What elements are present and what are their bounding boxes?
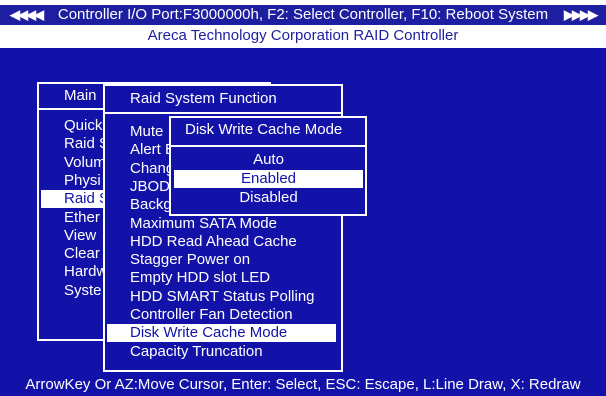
raid-function-item-10[interactable]: Controller Fan Detection [130, 306, 293, 324]
raid-function-item-7[interactable]: Stagger Power on [130, 251, 250, 269]
raid-function-item-12[interactable]: Capacity Truncation [130, 343, 263, 361]
main-menu-item-5[interactable]: Ether [64, 209, 100, 227]
raid-function-menu-divider [105, 112, 341, 114]
main-menu-item-9[interactable]: Syste [64, 282, 102, 300]
raid-function-item-4[interactable]: Backg [130, 196, 172, 214]
cache-mode-option-2[interactable]: Disabled [174, 189, 363, 207]
raid-function-item-2[interactable]: Chang [130, 160, 174, 178]
raid-function-item-9[interactable]: HDD SMART Status Polling [130, 288, 315, 306]
main-menu-item-2[interactable]: Volum [64, 154, 106, 172]
raid-function-menu-title: Raid System Function [130, 90, 277, 107]
help-footer: ArrowKey Or AZ:Move Cursor, Enter: Selec… [0, 373, 606, 396]
raid-function-item-5[interactable]: Maximum SATA Mode [130, 215, 277, 233]
raid-function-item-8[interactable]: Empty HDD slot LED [130, 269, 270, 287]
cache-mode-menu-divider [171, 145, 365, 147]
cache-mode-option-0[interactable]: Auto [174, 151, 363, 169]
subtitle: Areca Technology Corporation RAID Contro… [147, 27, 459, 44]
main-menu-item-7[interactable]: Clear [64, 245, 100, 263]
raid-function-item-3[interactable]: JBOD [130, 178, 170, 196]
header: Controller I/O Port:F3000000h, F2: Selec… [0, 0, 606, 48]
main-menu-title: Main [64, 87, 97, 104]
main-menu-item-3[interactable]: Physi [64, 172, 101, 190]
main-menu-item-0[interactable]: Quick [64, 117, 102, 135]
title-bar: Controller I/O Port:F3000000h, F2: Selec… [0, 5, 606, 25]
main-menu-item-4[interactable]: Raid S [41, 190, 109, 209]
right-arrows-icon: ▶▶▶▶ [564, 7, 598, 22]
left-arrows-icon: ◀◀◀◀ [10, 7, 44, 22]
cache-mode-menu-title: Disk Write Cache Mode [185, 121, 343, 138]
cache-mode-option-1[interactable]: Enabled [174, 170, 363, 188]
main-menu-item-8[interactable]: Hardw [64, 263, 107, 281]
raid-function-item-11[interactable]: Disk Write Cache Mode [107, 324, 336, 343]
raid-function-item-0[interactable]: Mute [130, 123, 163, 141]
main-menu-item-6[interactable]: View [64, 227, 96, 245]
raid-function-item-6[interactable]: HDD Read Ahead Cache [130, 233, 297, 251]
